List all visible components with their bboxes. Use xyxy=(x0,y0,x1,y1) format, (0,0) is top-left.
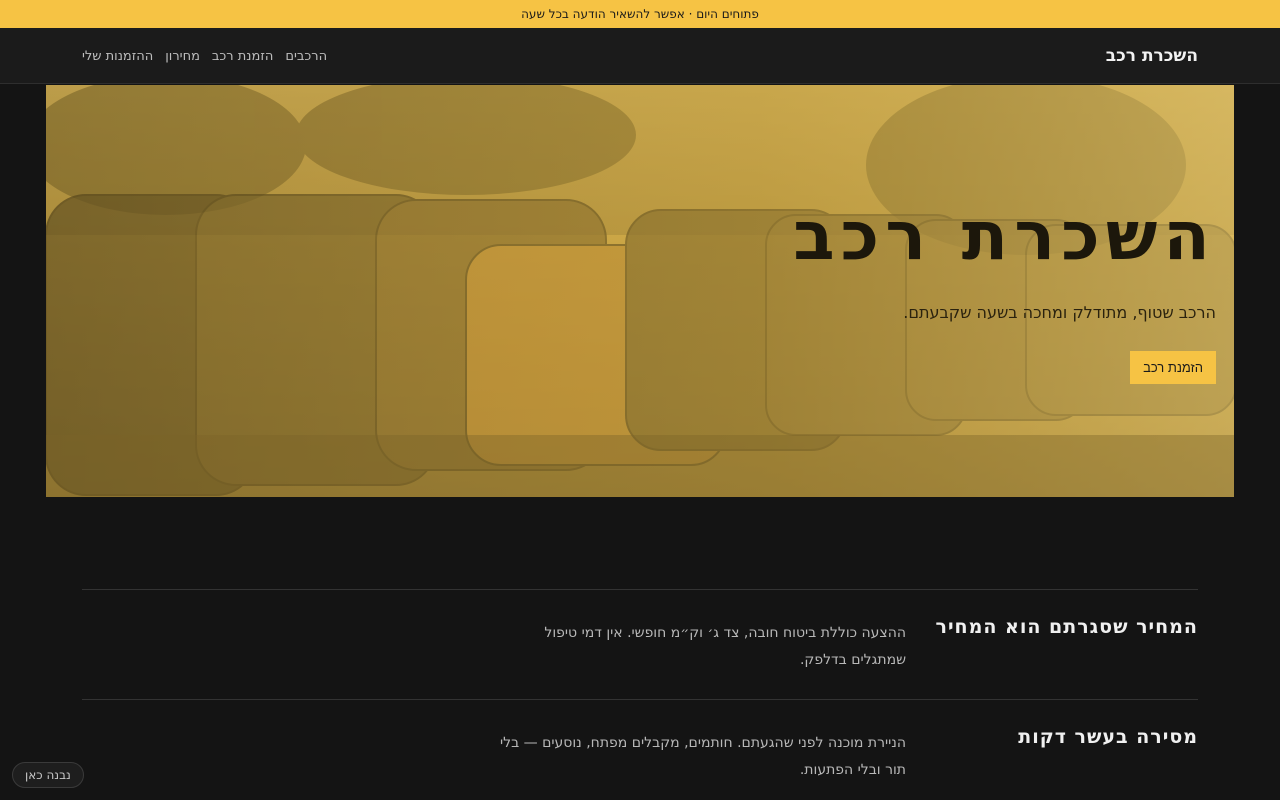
hero-cars-image xyxy=(46,85,1234,497)
feature-text: ההצעה כוללת ביטוח חובה, צד ג׳ וק״מ חופשי… xyxy=(544,625,906,668)
feature-text: הניירת מוכנה לפני שהגעתם. חותמים, מקבלים… xyxy=(500,735,906,778)
features-list: המחיר שסגרתם הוא המחיר ההצעה כוללת ביטוח… xyxy=(82,589,1198,800)
feature-item: מסירה בעשר דקות הניירת מוכנה לפני שהגעתם… xyxy=(82,699,1198,800)
top-navbar: השכרת רכב הרכבים הזמנת רכב מחירון ההזמנו… xyxy=(0,28,1280,84)
hero-subtitle: הרכב שטוף, מתודלק ומחכה בשעה שקבעתם. xyxy=(903,303,1216,322)
feature-item: המחיר שסגרתם הוא המחיר ההצעה כוללת ביטוח… xyxy=(82,589,1198,699)
nav-link-book[interactable]: הזמנת רכב xyxy=(212,49,273,64)
nav-link-my-bookings[interactable]: ההזמנות שלי xyxy=(82,49,153,64)
nav-link-cars[interactable]: הרכבים xyxy=(285,49,327,64)
hero-book-button[interactable]: הזמנת רכב xyxy=(1130,351,1216,384)
feature-title: מסירה בעשר דקות xyxy=(1018,726,1198,748)
feature-title: המחיר שסגרתם הוא המחיר xyxy=(935,616,1198,638)
hero-banner: השכרת רכב הרכב שטוף, מתודלק ומחכה בשעה ש… xyxy=(46,85,1234,497)
brand-logo[interactable]: השכרת רכב xyxy=(1106,28,1198,84)
nav-link-pricing[interactable]: מחירון xyxy=(165,49,200,64)
hero-title: השכרת רכב xyxy=(793,197,1216,276)
made-here-badge[interactable]: נבנה כאן xyxy=(12,762,84,788)
announcement-bar: פתוחים היום · אפשר להשאיר הודעה בכל שעה xyxy=(0,0,1280,28)
nav-links: הרכבים הזמנת רכב מחירון ההזמנות שלי xyxy=(82,28,327,84)
